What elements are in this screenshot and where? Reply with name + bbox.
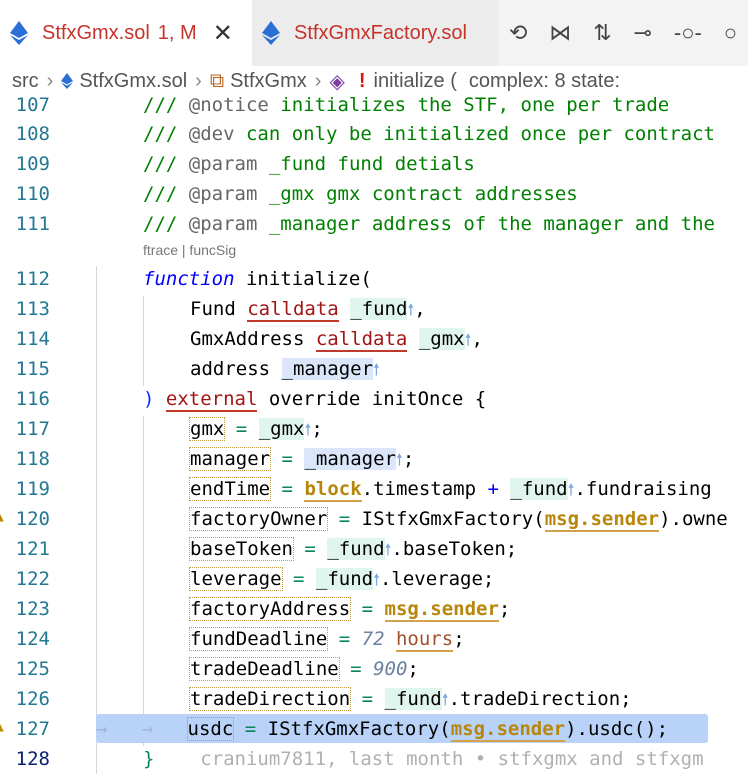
line-number: 126 (15, 688, 50, 710)
ethereum-icon (61, 73, 74, 89)
git-blame: cranium7811, last month • stfxgmx and st… (200, 748, 704, 770)
line-number: 107 (15, 96, 50, 116)
breadcrumb-contract[interactable]: StfxGmx (230, 70, 307, 93)
chevron-right-icon: › (195, 69, 202, 92)
line-number: 116 (15, 388, 50, 410)
line-number: 115 (15, 358, 50, 380)
code-line: endTime = block.timestamp + _fund🠕.fundr… (188, 477, 712, 502)
code-editor[interactable]: 107 108 109 110 111 112 113 114 115 116 … (0, 96, 748, 774)
method-icon: ◈ (329, 70, 345, 93)
class-icon: ⧉ (209, 69, 225, 92)
warning-icon[interactable]: ▲ (0, 720, 8, 735)
code-lens[interactable]: ftrace | funcSig (143, 242, 236, 258)
line-number: 112 (15, 268, 50, 290)
code-line: factoryOwner = IStfxGmxFactory(msg.sende… (188, 507, 728, 532)
line-number: 108 (15, 123, 50, 145)
code-line: tradeDeadline = 900; (189, 657, 419, 681)
chevron-right-icon: › (46, 69, 54, 92)
commit-last-icon[interactable]: ○ (724, 20, 737, 46)
warning-icon[interactable]: ▲ (0, 510, 8, 525)
code-line: /// @param _manager address of the manag… (143, 213, 715, 235)
tab-bar: StfxGmx.sol 1, M ✕ StfxGmxFactory.sol ⟲ … (0, 0, 748, 67)
line-number: 124 (15, 628, 50, 650)
breadcrumb-file[interactable]: StfxGmx.sol (79, 70, 187, 93)
code-line: ) external override initOnce { (143, 388, 487, 412)
line-number: 122 (15, 568, 50, 590)
code-line: address _manager🠕 (190, 358, 380, 380)
tab-title: StfxGmxFactory.sol (294, 21, 467, 44)
commit-icon[interactable]: ⊸ (634, 20, 652, 46)
code-line: /// @param _gmx gmx contract addresses (143, 183, 578, 205)
line-number: 119 (15, 478, 50, 500)
editor-actions: ⟲ ⋈ ⇅ ⊸ -○- ○ (498, 0, 748, 66)
line-number: 109 (15, 153, 50, 175)
indent-guide (143, 416, 144, 746)
chevron-right-icon: › (314, 69, 322, 92)
line-number: 123 (15, 598, 50, 620)
code-line: factoryAddress = msg.sender; (188, 597, 511, 622)
breadcrumb-src[interactable]: src (12, 70, 39, 93)
code-line: fundDeadline = 72 hours; (188, 627, 465, 652)
code-line: gmx = _gmx🠕; (188, 417, 323, 441)
line-number: 113 (15, 298, 50, 320)
commit-next-icon[interactable]: -○- (674, 20, 702, 46)
line-number: 110 (15, 183, 50, 205)
code-line: function initialize( (143, 268, 372, 290)
line-number: 121 (15, 538, 50, 560)
indent-guide (96, 266, 97, 774)
code-line: Fund calldata _fund🠕, (190, 298, 426, 322)
line-number: 114 (15, 328, 50, 350)
code-line: leverage = _fund🠕.leverage; (189, 567, 495, 591)
close-icon[interactable]: ✕ (213, 19, 233, 48)
code-line: baseToken = _fund🠕.baseToken; (189, 537, 518, 561)
code-line: manager = _manager🠕; (188, 447, 415, 471)
code-line: /// @param _fund fund detials (143, 153, 475, 175)
breadcrumb-function[interactable]: initialize ( (374, 70, 457, 93)
breadcrumb-extra: complex: 8 state: (468, 69, 621, 92)
code-line: } cranium7811, last month • stfxgmx and … (143, 748, 704, 770)
code-line: /// @notice initializes the STF, one per… (143, 96, 670, 116)
line-number: 128 (15, 748, 50, 770)
code-line: GmxAddress calldata _gmx🠕, (190, 328, 483, 352)
code-line: tradeDirection = _fund🠕.tradeDirection; (188, 687, 632, 711)
line-number: 111 (15, 213, 50, 235)
graph-icon[interactable]: ⋈ (549, 20, 571, 46)
line-number: 118 (15, 448, 50, 470)
tab-stfxgmxfactory[interactable]: StfxGmxFactory.sol (252, 0, 500, 66)
compare-icon[interactable]: ⇅ (593, 20, 611, 46)
breadcrumb: src › StfxGmx.sol › ⧉ StfxGmx › ◈ ! init… (0, 66, 748, 96)
history-icon[interactable]: ⟲ (509, 20, 527, 46)
code-line: /// @dev can only be initialized once pe… (143, 123, 715, 145)
tab-status: 1, M (157, 21, 197, 44)
tab-stfxgmx[interactable]: StfxGmx.sol 1, M ✕ (0, 0, 252, 66)
warning-icon: ! (358, 69, 366, 92)
line-number: 117 (15, 418, 50, 440)
line-number: 125 (15, 658, 50, 680)
tab-title: StfxGmx.sol (42, 21, 150, 44)
code-line: → → usdc = IStfxGmxFactory(msg.sender).u… (96, 717, 669, 742)
indent-guide (143, 296, 144, 386)
ethereum-icon (10, 21, 28, 45)
ethereum-icon (262, 21, 280, 45)
